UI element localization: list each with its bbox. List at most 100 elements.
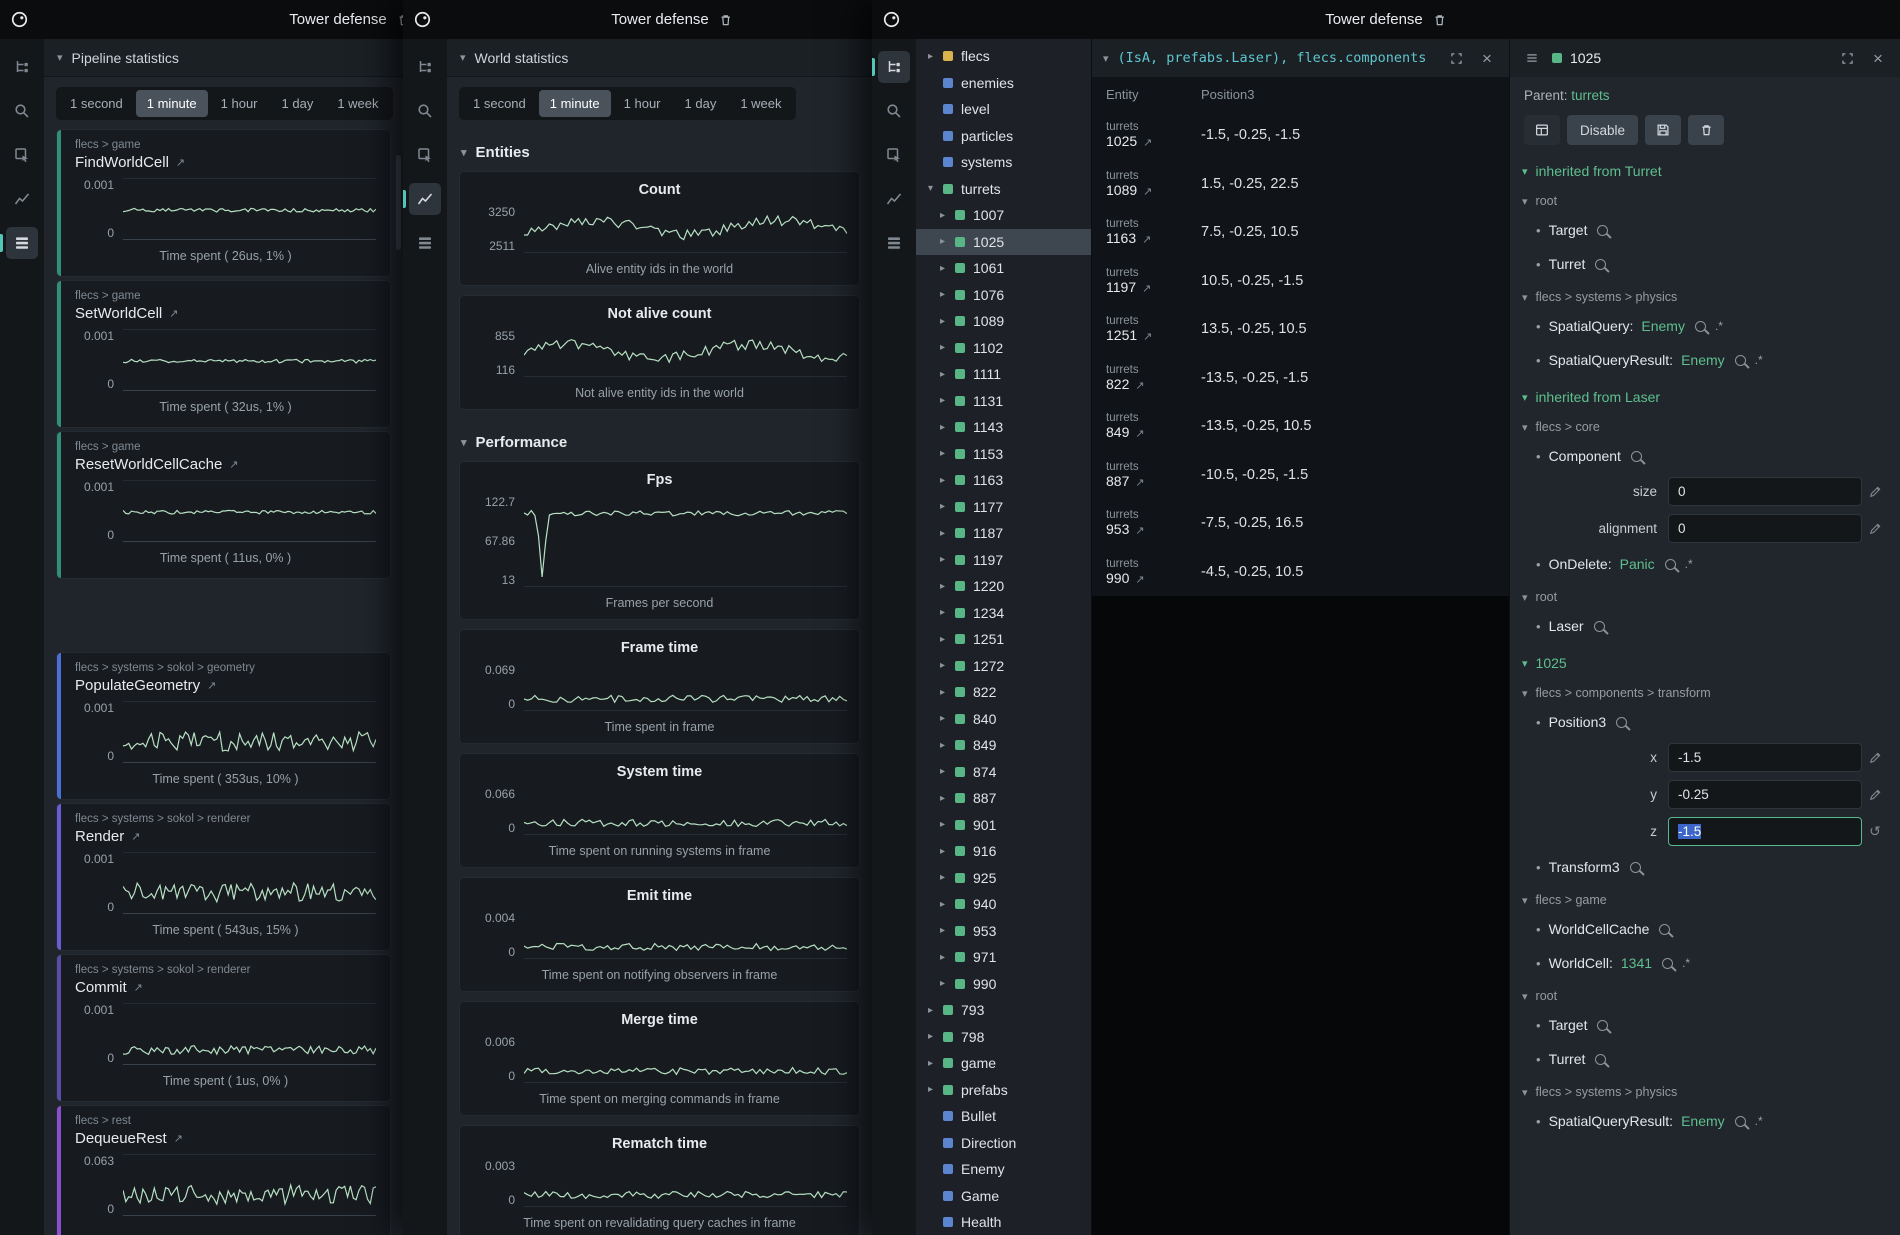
tree-item[interactable]: ▸849 bbox=[916, 732, 1091, 759]
trash-icon[interactable] bbox=[718, 12, 733, 28]
section-header[interactable]: ▾Entities bbox=[447, 129, 872, 171]
search-lens-icon[interactable] bbox=[1735, 1116, 1746, 1127]
external-link-icon[interactable]: ↗ bbox=[1143, 136, 1152, 149]
tree-item[interactable]: ▸1220 bbox=[916, 573, 1091, 600]
search-lens-icon[interactable] bbox=[1662, 958, 1673, 969]
query-result-row[interactable]: turrets1025↗-1.5, -0.25, -1.5 bbox=[1092, 111, 1509, 160]
component-value-link[interactable]: Enemy bbox=[1681, 352, 1725, 368]
tree-item[interactable]: ▸game bbox=[916, 1050, 1091, 1077]
field-input[interactable]: -0.25 bbox=[1668, 780, 1862, 809]
time-range-button[interactable]: 1 week bbox=[729, 90, 792, 117]
tree-item[interactable]: ▸916 bbox=[916, 838, 1091, 865]
component-path-header[interactable]: ▾flecs > systems > physics bbox=[1510, 1076, 1900, 1104]
chart-tool-button[interactable] bbox=[409, 183, 441, 215]
search-lens-icon[interactable] bbox=[1595, 1054, 1606, 1065]
search-lens-icon[interactable] bbox=[1735, 355, 1746, 366]
time-range-button[interactable]: 1 hour bbox=[613, 90, 672, 117]
stats-tool-button[interactable] bbox=[6, 227, 38, 259]
panel-handle-icon[interactable] bbox=[1521, 47, 1543, 69]
scrollbar-thumb[interactable] bbox=[396, 155, 401, 250]
chevron-right-icon[interactable]: ▸ bbox=[940, 766, 955, 777]
search-lens-icon[interactable] bbox=[1659, 924, 1670, 935]
query-expression[interactable]: (IsA, prefabs.Laser), flecs.components bbox=[1118, 50, 1436, 66]
chevron-right-icon[interactable]: ▸ bbox=[940, 316, 955, 327]
chevron-right-icon[interactable]: ▸ bbox=[928, 51, 943, 62]
tree-item[interactable]: ▸971 bbox=[916, 944, 1091, 971]
tree-item[interactable]: ▸1272 bbox=[916, 653, 1091, 680]
tree-item[interactable]: ▸798 bbox=[916, 1024, 1091, 1051]
tree-item[interactable]: ▸990 bbox=[916, 971, 1091, 998]
tree-item[interactable]: ▸1025 bbox=[916, 229, 1091, 256]
chevron-right-icon[interactable]: ▸ bbox=[940, 713, 955, 724]
tree-item[interactable]: Bullet bbox=[916, 1103, 1091, 1130]
chevron-right-icon[interactable]: ▸ bbox=[940, 846, 955, 857]
query-result-row[interactable]: turrets1089↗1.5, -0.25, 22.5 bbox=[1092, 160, 1509, 209]
search-lens-icon[interactable] bbox=[1597, 225, 1608, 236]
external-link-icon[interactable]: ↗ bbox=[1135, 379, 1144, 392]
query-result-row[interactable]: turrets990↗-4.5, -0.25, 10.5 bbox=[1092, 548, 1509, 597]
chevron-right-icon[interactable]: ▸ bbox=[940, 872, 955, 883]
time-range-button[interactable]: 1 day bbox=[674, 90, 728, 117]
time-range-button[interactable]: 1 week bbox=[326, 90, 389, 117]
chevron-down-icon[interactable]: ▾ bbox=[928, 183, 943, 194]
tree-item[interactable]: ▸901 bbox=[916, 812, 1091, 839]
tree-item[interactable]: ▸793 bbox=[916, 997, 1091, 1024]
inspect-tool-button[interactable] bbox=[409, 139, 441, 171]
chevron-right-icon[interactable]: ▸ bbox=[940, 395, 955, 406]
search-tool-button[interactable] bbox=[878, 95, 910, 127]
tree-item[interactable]: Health bbox=[916, 1209, 1091, 1235]
time-range-button[interactable]: 1 minute bbox=[136, 90, 208, 117]
chevron-right-icon[interactable]: ▸ bbox=[940, 475, 955, 486]
stats-tool-button[interactable] bbox=[878, 227, 910, 259]
tree-tool-button[interactable] bbox=[6, 51, 38, 83]
component-path-header[interactable]: ▾flecs > components > transform bbox=[1510, 677, 1900, 705]
search-lens-icon[interactable] bbox=[1595, 259, 1606, 270]
tree-item[interactable]: ▸1007 bbox=[916, 202, 1091, 229]
inspect-tool-button[interactable] bbox=[6, 139, 38, 171]
trash-icon[interactable] bbox=[396, 12, 403, 28]
chevron-right-icon[interactable]: ▸ bbox=[928, 1031, 943, 1042]
chevron-right-icon[interactable]: ▸ bbox=[940, 263, 955, 274]
search-tool-button[interactable] bbox=[6, 95, 38, 127]
tree-item[interactable]: ▸1089 bbox=[916, 308, 1091, 335]
external-link-icon[interactable]: ↗ bbox=[1135, 476, 1144, 489]
tree-item[interactable]: ▸1153 bbox=[916, 441, 1091, 468]
section-header[interactable]: ▾Performance bbox=[447, 419, 872, 461]
edit-pencil-icon[interactable] bbox=[1862, 485, 1888, 499]
tree-item[interactable]: ▸prefabs bbox=[916, 1077, 1091, 1104]
external-link-icon[interactable]: ↗ bbox=[207, 679, 216, 692]
chevron-right-icon[interactable]: ▸ bbox=[940, 289, 955, 300]
time-range-button[interactable]: 1 day bbox=[271, 90, 325, 117]
close-icon[interactable]: × bbox=[1476, 47, 1498, 69]
search-lens-icon[interactable] bbox=[1630, 862, 1641, 873]
chevron-right-icon[interactable]: ▸ bbox=[940, 236, 955, 247]
component-path-header[interactable]: ▾flecs > core bbox=[1510, 411, 1900, 439]
chevron-right-icon[interactable]: ▸ bbox=[940, 978, 955, 989]
chevron-right-icon[interactable]: ▸ bbox=[940, 925, 955, 936]
tree-tool-button[interactable] bbox=[878, 51, 910, 83]
chevron-right-icon[interactable]: ▸ bbox=[940, 687, 955, 698]
tree-item[interactable]: ▸flecs bbox=[916, 43, 1091, 70]
parent-link[interactable]: turrets bbox=[1571, 88, 1609, 103]
chevron-right-icon[interactable]: ▸ bbox=[928, 1084, 943, 1095]
query-result-row[interactable]: turrets887↗-10.5, -0.25, -1.5 bbox=[1092, 451, 1509, 500]
component-path-header[interactable]: ▾root bbox=[1510, 581, 1900, 609]
tree-item[interactable]: ▸1143 bbox=[916, 414, 1091, 441]
tree-item[interactable]: ▸925 bbox=[916, 865, 1091, 892]
tree-item[interactable]: ▸840 bbox=[916, 706, 1091, 733]
chevron-down-icon[interactable]: ▾ bbox=[1103, 52, 1109, 65]
tree-item[interactable]: enemies bbox=[916, 70, 1091, 97]
tree-item[interactable]: ▸940 bbox=[916, 891, 1091, 918]
tree-item[interactable]: ▸1111 bbox=[916, 361, 1091, 388]
query-result-row[interactable]: turrets822↗-13.5, -0.25, -1.5 bbox=[1092, 354, 1509, 403]
tree-item[interactable]: level bbox=[916, 96, 1091, 123]
fullscreen-icon[interactable] bbox=[1836, 47, 1858, 69]
chevron-right-icon[interactable]: ▸ bbox=[940, 952, 955, 963]
chevron-right-icon[interactable]: ▸ bbox=[940, 740, 955, 751]
search-lens-icon[interactable] bbox=[1616, 717, 1627, 728]
field-input[interactable]: 0 bbox=[1668, 477, 1862, 506]
tree-item[interactable]: ▸1076 bbox=[916, 282, 1091, 309]
query-result-row[interactable]: turrets1197↗10.5, -0.25, -1.5 bbox=[1092, 257, 1509, 306]
trash-icon[interactable] bbox=[1432, 12, 1447, 28]
tree-item[interactable]: ▸822 bbox=[916, 679, 1091, 706]
